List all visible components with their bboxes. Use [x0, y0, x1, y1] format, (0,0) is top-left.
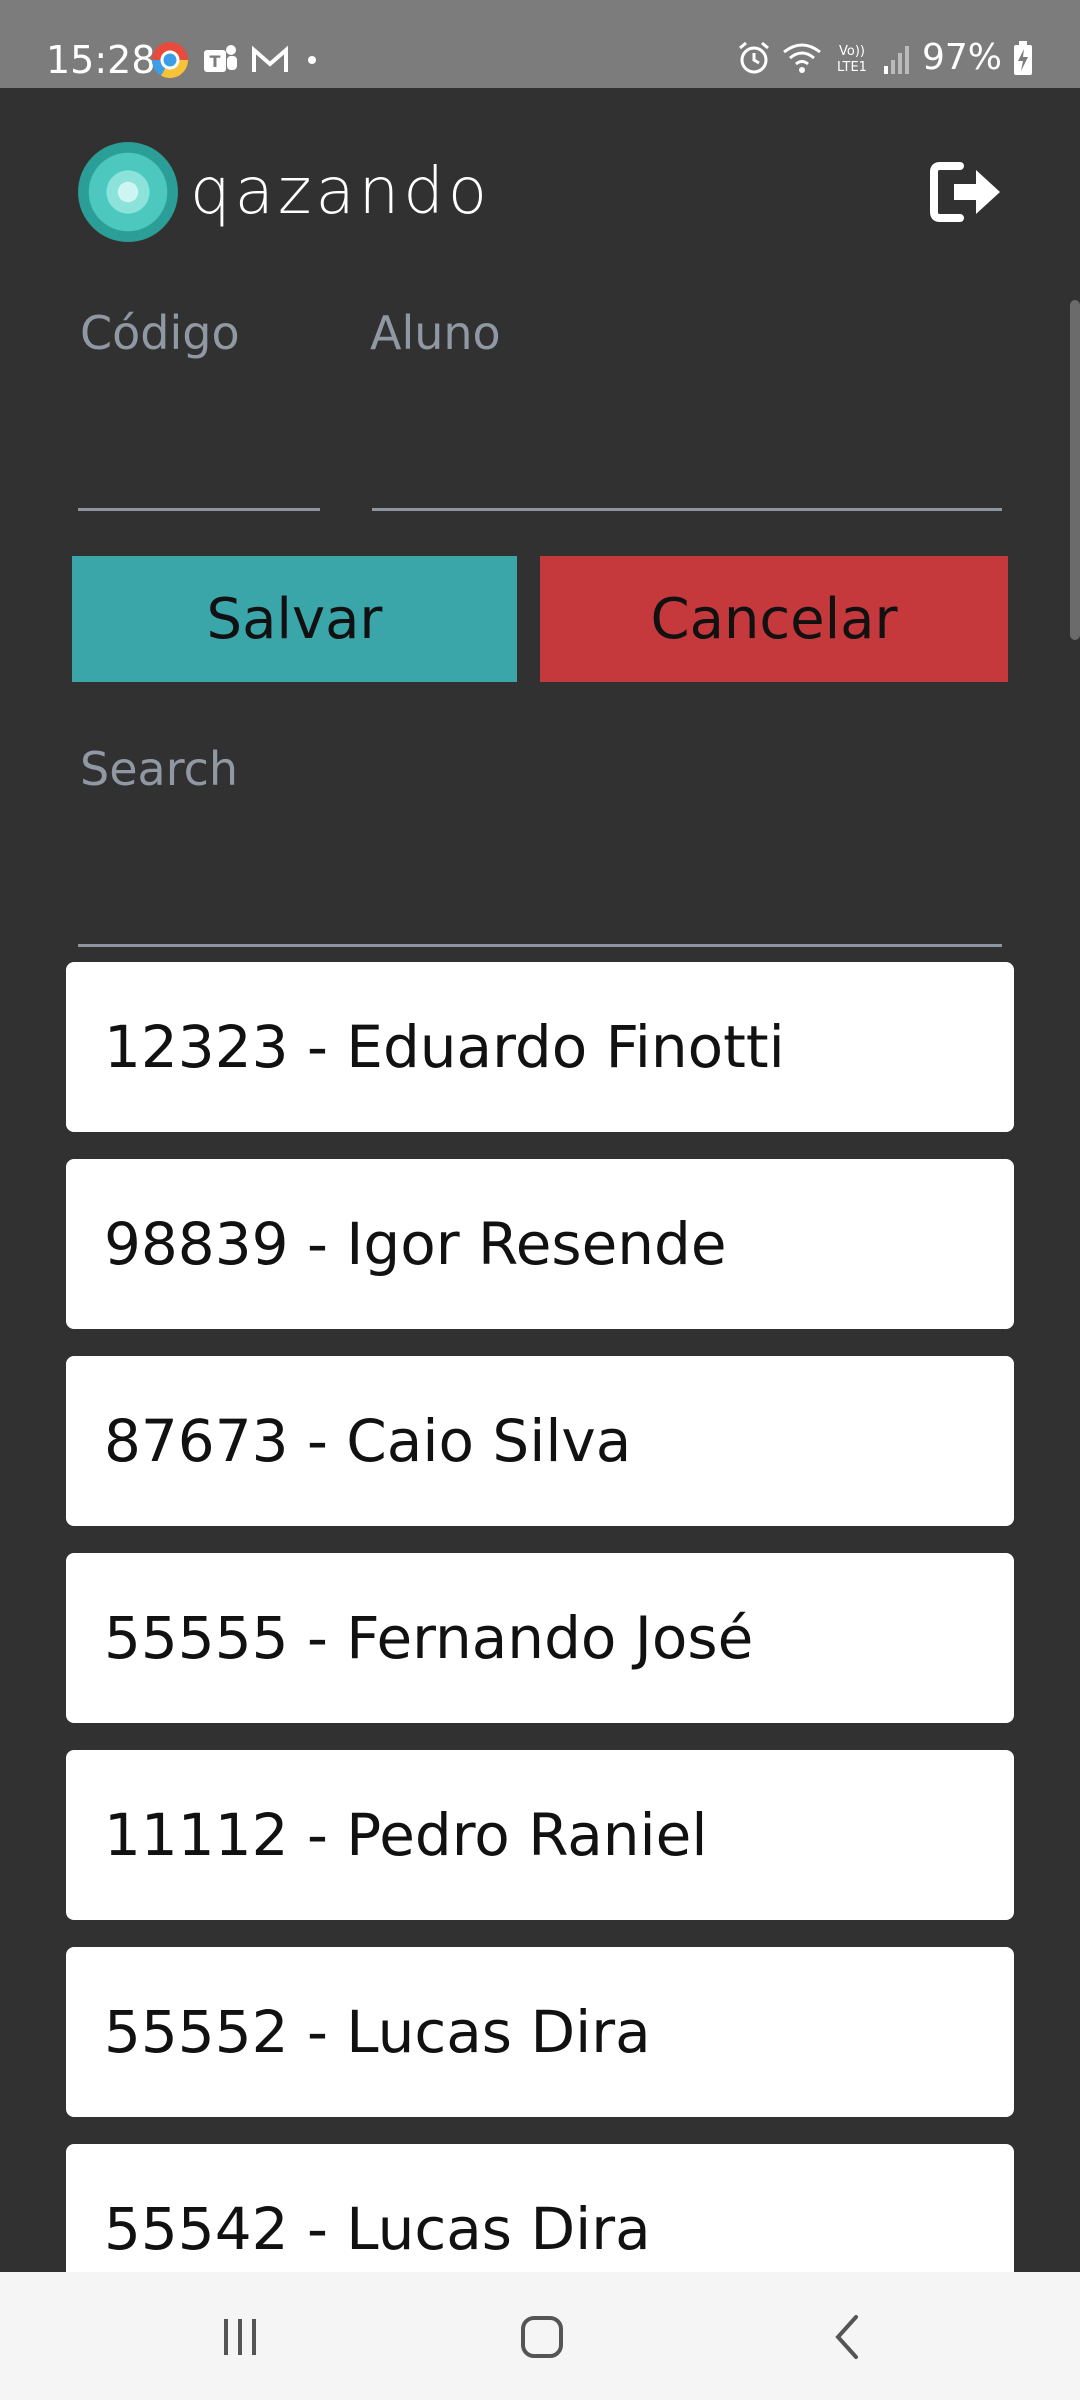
system-icons: Vo)) LTE1 97%	[736, 36, 1034, 80]
student-list-item[interactable]: 98839 - Igor Resende	[66, 1159, 1014, 1329]
back-button[interactable]	[806, 2302, 886, 2372]
student-list-item[interactable]: 55555 - Fernando José	[66, 1553, 1014, 1723]
student-underline	[372, 508, 1002, 511]
chrome-icon	[152, 42, 188, 79]
code-input[interactable]	[80, 430, 324, 492]
alarm-icon	[739, 41, 769, 74]
code-underline	[78, 508, 320, 511]
student-label: Aluno	[370, 306, 501, 360]
app-logo: qazando	[78, 142, 491, 242]
search-underline	[78, 944, 1002, 947]
battery-percent: 97%	[921, 37, 1002, 78]
home-icon	[521, 2316, 563, 2358]
save-button[interactable]: Salvar	[72, 556, 517, 682]
student-input[interactable]	[372, 430, 1004, 492]
student-list-item[interactable]: 12323 - Eduardo Finotti	[66, 962, 1014, 1132]
recent-apps-button[interactable]	[200, 2302, 280, 2372]
logo-mark-icon	[78, 142, 178, 242]
search-label: Search	[80, 742, 239, 796]
logo-text: qazando	[190, 155, 491, 229]
dot-icon	[308, 56, 316, 64]
recent-apps-icon	[224, 2319, 256, 2355]
logout-icon[interactable]	[930, 160, 1004, 224]
student-list-item[interactable]: 55552 - Lucas Dira	[66, 1947, 1014, 2117]
navigation-bar	[0, 2272, 1080, 2400]
wifi-icon	[783, 43, 821, 73]
student-list: 12323 - Eduardo Finotti 98839 - Igor Res…	[66, 962, 1014, 2341]
svg-text:LTE1: LTE1	[837, 60, 867, 75]
status-time: 15:28	[46, 38, 156, 82]
search-input[interactable]	[80, 870, 1004, 932]
student-list-item[interactable]: 11112 - Pedro Raniel	[66, 1750, 1014, 1920]
gmail-icon	[252, 45, 288, 72]
battery-icon	[1014, 41, 1032, 75]
signal-icon	[883, 46, 909, 74]
cancel-button[interactable]: Cancelar	[540, 556, 1008, 682]
code-label: Código	[80, 306, 240, 360]
home-button[interactable]	[502, 2302, 582, 2372]
notification-icons: T	[150, 38, 316, 82]
svg-text:T: T	[210, 52, 221, 71]
teams-icon: T	[204, 45, 237, 72]
svg-text:Vo)): Vo))	[839, 44, 865, 59]
student-list-item[interactable]: 87673 - Caio Silva	[66, 1356, 1014, 1526]
back-icon	[835, 2315, 858, 2359]
status-bar: 15:28 T Vo)) LTE1 97%	[0, 0, 1080, 88]
volte-icon: Vo)) LTE1	[837, 44, 867, 75]
scrollbar[interactable]	[1070, 300, 1080, 640]
